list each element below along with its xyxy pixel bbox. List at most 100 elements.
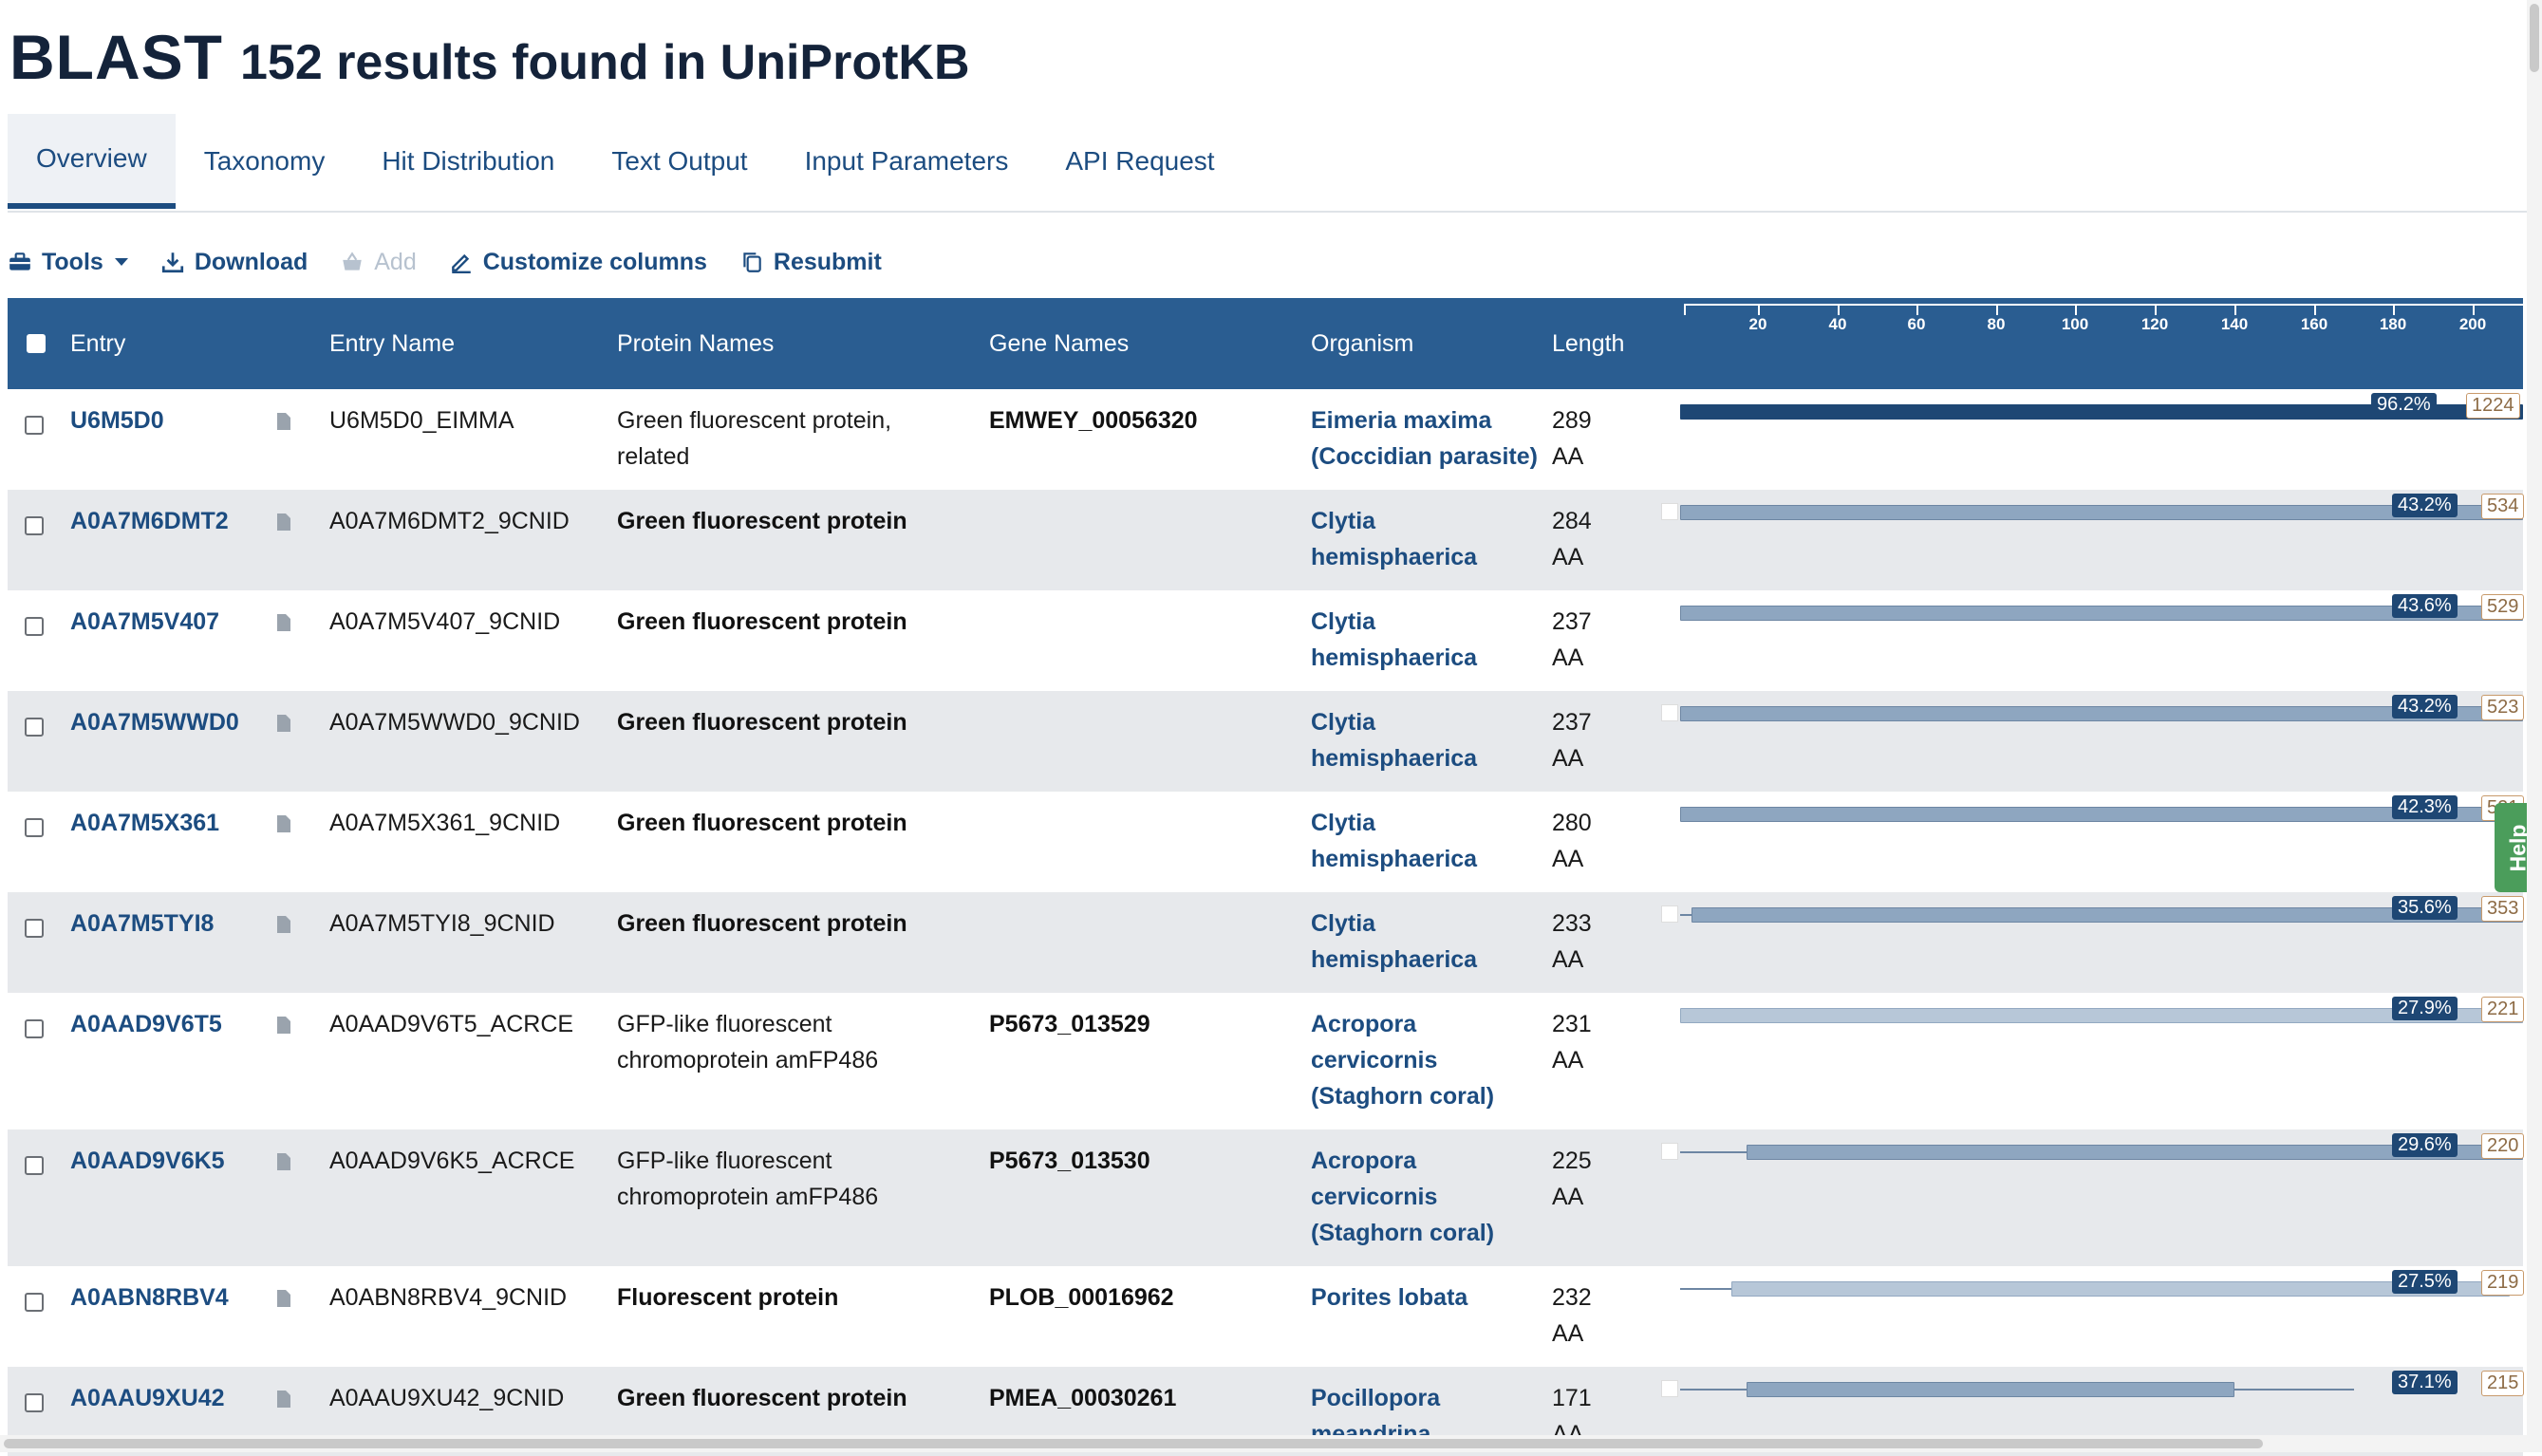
horizontal-scrollbar[interactable] [0,1435,2527,1452]
entry-name: A0A7M5X361_9CNID [329,810,561,836]
col-protein-names[interactable]: Protein Names [617,298,774,389]
alignment-track[interactable]: 96.2% 1224 [1676,389,2523,490]
entry-link[interactable]: A0A7M5TYI8 [70,905,214,942]
entry-link[interactable]: A0AAD9V6K5 [70,1143,225,1179]
document-icon[interactable] [276,613,291,632]
alignment-track[interactable]: 29.6% 220 [1661,1129,2525,1266]
col-entry-name[interactable]: Entry Name [329,298,455,389]
axis-tick [1758,304,1760,315]
organism-link[interactable]: Clytia hemisphaerica [1311,805,1477,877]
col-length[interactable]: Length [1552,298,1624,389]
entry-link[interactable]: A0A7M5X361 [70,805,219,841]
entry-link[interactable]: A0A7M5V407 [70,604,219,640]
document-icon[interactable] [276,714,291,733]
identity-badge: 43.2% [2392,695,2458,719]
length-value: 225 [1552,1148,1592,1174]
row-checkbox[interactable] [25,1293,44,1312]
row-checkbox[interactable] [25,1393,44,1412]
organism-link[interactable]: Clytia hemisphaerica [1311,704,1477,776]
add-label: Add [374,248,417,275]
entry-link[interactable]: A0ABN8RBV4 [70,1279,229,1316]
table-row[interactable]: A0AAD9V6T5 A0AAD9V6T5_ACRCE GFP-like flu… [8,993,2525,1129]
entry-link[interactable]: A0A7M5WWD0 [70,704,239,740]
row-checkbox[interactable] [25,718,44,737]
document-icon[interactable] [276,915,291,934]
entry-name: A0A7M6DMT2_9CNID [329,508,570,534]
table-row[interactable]: A0ABN8RBV4 A0ABN8RBV4_9CNID Fluorescent … [8,1266,2525,1367]
table-row[interactable]: A0AAD9V6K5 A0AAD9V6K5_ACRCE GFP-like flu… [8,1129,2525,1266]
tab-api-request[interactable]: API Request [1037,114,1243,209]
organism-link[interactable]: Porites lobata [1311,1279,1467,1316]
length-unit: AA [1552,1047,1584,1073]
document-icon[interactable] [276,1390,291,1409]
alignment-track[interactable]: 43.2% 534 [1661,490,2525,590]
entry-link[interactable]: A0AAD9V6T5 [70,1006,222,1042]
document-icon[interactable] [276,513,291,532]
alignment-gap-line [1680,1288,1731,1290]
select-all-checkbox[interactable] [27,334,46,353]
results-table: Entry Entry Name Protein Names Gene Name… [8,298,2525,1456]
add-to-basket-button[interactable]: Add [340,248,417,276]
document-icon[interactable] [276,814,291,833]
alignment-track[interactable]: 27.9% 221 [1676,993,2525,1129]
document-icon[interactable] [276,412,291,431]
document-icon[interactable] [276,1152,291,1171]
alignment-track[interactable]: 27.5% 219 [1676,1266,2525,1367]
tab-text-output[interactable]: Text Output [583,114,776,209]
table-row[interactable]: A0A7M5V407 A0A7M5V407_9CNID Green fluore… [8,590,2525,691]
axis-tick-label: 100 [2061,315,2089,333]
row-checkbox[interactable] [25,919,44,938]
organism-line: Acropora [1311,1148,1417,1174]
row-checkbox[interactable] [25,1019,44,1038]
tab-overview[interactable]: Overview [8,114,176,209]
organism-link[interactable]: Acropora cervicornis (Staghorn coral) [1311,1006,1494,1114]
table-row[interactable]: A0A7M6DMT2 A0A7M6DMT2_9CNID Green fluore… [8,490,2525,590]
table-row[interactable]: U6M5D0 U6M5D0_EIMMA Green fluorescent pr… [8,389,2523,490]
document-icon[interactable] [276,1289,291,1308]
organism-link[interactable]: Eimeria maxima (Coccidian parasite) [1311,402,1538,475]
row-checkbox[interactable] [25,818,44,837]
download-button[interactable]: Download [160,249,308,276]
entry-link[interactable]: U6M5D0 [70,402,164,439]
tools-menu-button[interactable]: Tools [8,249,128,276]
table-row[interactable]: A0A7M5X361 A0A7M5X361_9CNID Green fluore… [8,792,2525,892]
customize-columns-button[interactable]: Customize columns [449,249,707,276]
organism-link[interactable]: Clytia hemisphaerica [1311,604,1477,676]
horizontal-scrollbar-thumb[interactable] [4,1439,2263,1448]
resubmit-button[interactable]: Resubmit [739,249,882,276]
length-unit: AA [1552,443,1584,470]
entry-link[interactable]: A0A7M6DMT2 [70,503,229,539]
alignment-track[interactable]: 42.3% 521 [1676,792,2525,892]
organism-link[interactable]: Clytia hemisphaerica [1311,905,1477,978]
table-row[interactable]: A0A7M5TYI8 A0A7M5TYI8_9CNID Green fluore… [8,892,2525,993]
tab-input-parameters[interactable]: Input Parameters [776,114,1037,209]
protein-names: Green fluorescent protein [617,1385,907,1411]
col-organism[interactable]: Organism [1311,298,1413,389]
alignment-track[interactable]: 35.6% 353 [1661,892,2525,993]
entry-link[interactable]: A0AAU9XU42 [70,1380,225,1416]
row-checkbox[interactable] [25,416,44,435]
organism-line: Clytia [1311,910,1376,937]
row-checkbox[interactable] [25,516,44,535]
protein-names: Green fluorescent protein [617,508,907,534]
vertical-scrollbar[interactable] [2527,0,2542,1452]
alignment-track[interactable]: 43.6% 529 [1676,590,2525,691]
vertical-scrollbar-thumb[interactable] [2530,4,2539,72]
organism-link[interactable]: Acropora cervicornis (Staghorn coral) [1311,1143,1494,1251]
tab-hit-distribution[interactable]: Hit Distribution [353,114,583,209]
protein-names: Green fluorescent protein [617,810,907,836]
length: 232 AA [1552,1279,1592,1352]
axis-tick-label: 40 [1828,315,1847,333]
axis-tick-label: 60 [1907,315,1926,333]
row-checkbox[interactable] [25,1156,44,1175]
copy-icon [743,252,761,272]
gene-names: P5673_013530 [989,1148,1150,1174]
col-gene-names[interactable]: Gene Names [989,298,1129,389]
col-entry[interactable]: Entry [70,298,125,389]
tab-taxonomy[interactable]: Taxonomy [176,114,354,209]
table-row[interactable]: A0A7M5WWD0 A0A7M5WWD0_9CNID Green fluore… [8,691,2525,792]
document-icon[interactable] [276,1016,291,1035]
organism-link[interactable]: Clytia hemisphaerica [1311,503,1477,575]
row-checkbox[interactable] [25,617,44,636]
alignment-track[interactable]: 43.2% 523 [1661,691,2525,792]
